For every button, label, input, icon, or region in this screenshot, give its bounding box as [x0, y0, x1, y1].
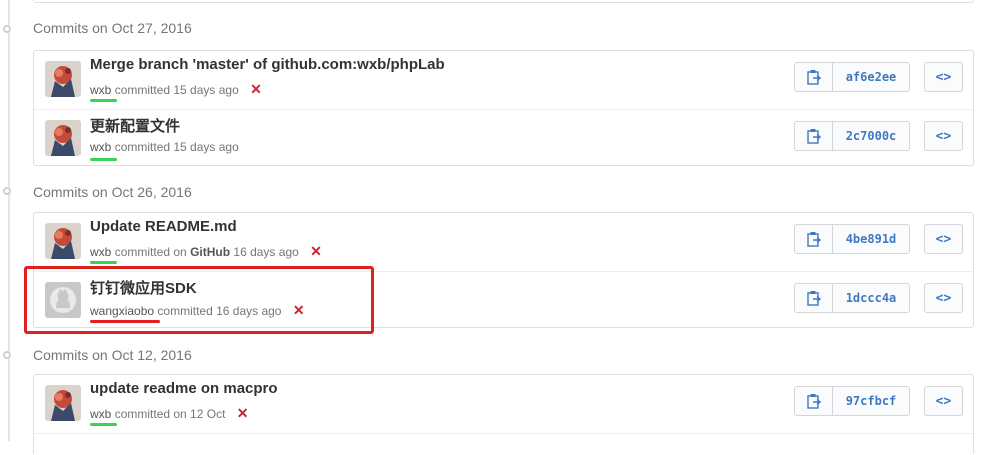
author-underline — [90, 158, 117, 161]
code-icon[interactable]: <> — [924, 224, 963, 254]
commit-meta-text: committed 15 days ago — [114, 83, 239, 97]
commit-author[interactable]: wxb — [90, 83, 111, 97]
commit-title[interactable]: Merge branch 'master' of github.com:wxb/… — [90, 56, 445, 73]
author-underline — [90, 423, 117, 426]
commit-author[interactable]: wxb — [90, 407, 111, 421]
sha-link[interactable]: 1dccc4a — [833, 284, 909, 312]
timeline-line — [8, 0, 10, 441]
commit-author[interactable]: wxb — [90, 245, 111, 259]
code-icon[interactable]: <> — [924, 283, 963, 313]
x-icon[interactable]: ✕ — [237, 405, 249, 422]
commit-meta: wxb committed 15 days ago — [90, 140, 239, 154]
sha-link[interactable]: 4be891d — [833, 225, 909, 253]
sha-button-group: 1dccc4a — [794, 283, 910, 313]
commit-row: Update README.md wxb committed on GitHub… — [34, 213, 973, 271]
author-underline — [90, 261, 117, 264]
sha-button-group: 4be891d — [794, 224, 910, 254]
commit-list: update readme on macpro wxb committed on… — [33, 374, 974, 454]
group-label: Commits on Oct 27, 2016 — [33, 20, 192, 36]
highlight-annotation — [24, 266, 374, 334]
sha-button-group: af6e2ee — [794, 62, 910, 92]
commit-meta-text: committed 15 days ago — [114, 140, 239, 154]
sha-link[interactable]: 2c7000c — [833, 122, 909, 150]
committer-github: GitHub — [190, 245, 231, 259]
sha-button-group: 2c7000c — [794, 121, 910, 151]
x-icon[interactable]: ✕ — [310, 243, 322, 260]
code-icon[interactable]: <> — [924, 62, 963, 92]
code-icon[interactable]: <> — [924, 386, 963, 416]
avatar[interactable] — [45, 61, 81, 97]
timeline-dot — [3, 351, 11, 359]
commit-row-partial — [34, 433, 973, 455]
commit-meta: wxb committed on GitHub 16 days ago ✕ — [90, 243, 322, 260]
commit-meta: wxb committed on 12 Oct ✕ — [90, 405, 248, 422]
timeline-dot — [3, 187, 11, 195]
commit-title[interactable]: Update README.md — [90, 218, 237, 235]
commit-meta: wxb committed 15 days ago ✕ — [90, 81, 262, 98]
avatar[interactable] — [45, 120, 81, 156]
commit-title[interactable]: update readme on macpro — [90, 380, 278, 397]
commit-title[interactable]: 更新配置文件 — [90, 115, 180, 136]
sha-button-group: 97cfbcf — [794, 386, 910, 416]
commit-author[interactable]: wxb — [90, 140, 111, 154]
x-icon[interactable]: ✕ — [250, 81, 262, 98]
previous-commit-box — [33, 0, 974, 3]
timeline-dot — [3, 25, 11, 33]
clipboard-icon[interactable] — [795, 122, 833, 150]
commit-row: update readme on macpro wxb committed on… — [34, 375, 973, 433]
clipboard-icon[interactable] — [795, 284, 833, 312]
commit-row: 更新配置文件 wxb committed 15 days ago 2c7000c… — [34, 109, 973, 167]
group-label: Commits on Oct 26, 2016 — [33, 184, 192, 200]
commit-time: 16 days ago — [233, 245, 299, 259]
clipboard-icon[interactable] — [795, 63, 833, 91]
author-underline — [90, 99, 117, 102]
sha-link[interactable]: af6e2ee — [833, 63, 909, 91]
clipboard-icon[interactable] — [795, 225, 833, 253]
sha-link[interactable]: 97cfbcf — [833, 387, 909, 415]
avatar[interactable] — [45, 223, 81, 259]
commit-row: Merge branch 'master' of github.com:wxb/… — [34, 51, 973, 109]
clipboard-icon[interactable] — [795, 387, 833, 415]
commit-meta-text: committed on — [114, 245, 187, 259]
code-icon[interactable]: <> — [924, 121, 963, 151]
commit-list: Merge branch 'master' of github.com:wxb/… — [33, 50, 974, 166]
avatar[interactable] — [45, 385, 81, 421]
commit-meta-text: committed on 12 Oct — [114, 407, 226, 421]
group-label: Commits on Oct 12, 2016 — [33, 347, 192, 363]
